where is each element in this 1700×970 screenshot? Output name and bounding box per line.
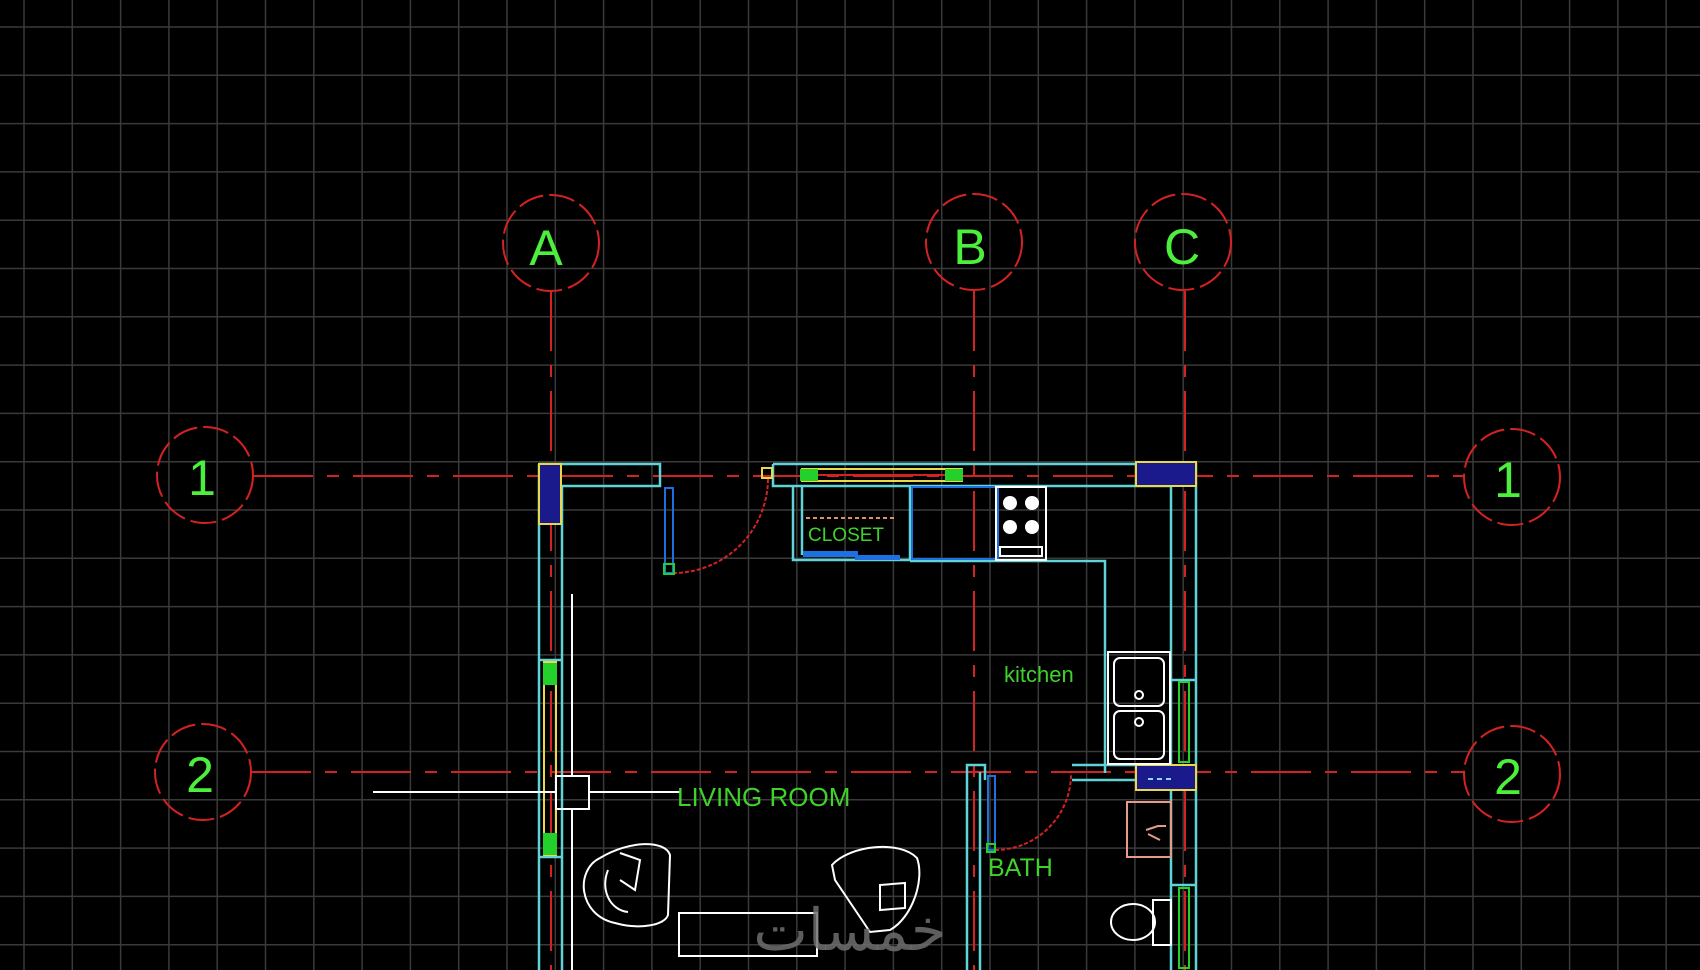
room-label-bath: BATH bbox=[988, 854, 1053, 882]
axis-label-1-right: 1 bbox=[1494, 452, 1522, 508]
kitchen-sink bbox=[1107, 651, 1171, 765]
closet bbox=[803, 486, 999, 560]
bath-door-leaf bbox=[987, 775, 996, 851]
grid-axis-lines bbox=[251, 291, 1464, 970]
room-label-living-room: LIVING ROOM bbox=[677, 782, 850, 812]
crosshair-cursor bbox=[373, 594, 680, 970]
column-C1 bbox=[1135, 461, 1197, 487]
watermark: خمسات bbox=[753, 898, 946, 963]
room-label-kitchen: kitchen bbox=[1004, 662, 1074, 687]
toilet bbox=[1110, 899, 1172, 946]
cad-drawing-canvas[interactable]: A B C 1 1 2 2 CLOSET kitchen LIVING ROOM… bbox=[0, 0, 1700, 970]
axis-label-A: A bbox=[529, 220, 563, 276]
axis-bubbles bbox=[154, 193, 1561, 823]
axis-label-2-left: 2 bbox=[186, 747, 214, 803]
armchair-left bbox=[582, 843, 672, 928]
axis-label-C: C bbox=[1164, 219, 1200, 275]
column-A1 bbox=[538, 463, 562, 525]
bath-door-swing bbox=[994, 773, 1072, 851]
column-C2 bbox=[1135, 764, 1197, 791]
cabinet bbox=[911, 486, 999, 560]
entry-door-leaf bbox=[664, 487, 674, 574]
axis-label-1-left: 1 bbox=[188, 450, 216, 506]
room-label-closet: CLOSET bbox=[808, 525, 884, 546]
axis-label-B: B bbox=[953, 219, 986, 275]
axis-labels: A B C 1 1 2 2 bbox=[186, 219, 1522, 805]
axis-label-2-right: 2 bbox=[1494, 749, 1522, 805]
structural-columns bbox=[538, 461, 1197, 791]
